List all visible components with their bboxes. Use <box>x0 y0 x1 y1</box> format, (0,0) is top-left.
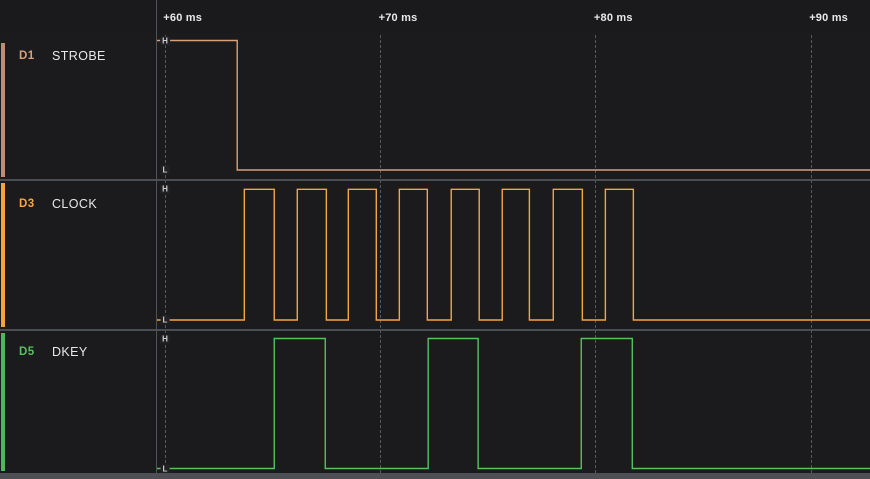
channel-id: D1 <box>19 50 35 62</box>
channel-id: D5 <box>19 346 35 358</box>
panel-divider[interactable] <box>156 0 157 473</box>
waveform-trace <box>157 188 870 321</box>
high-level-marker: H <box>160 334 170 343</box>
high-level-marker: H <box>160 36 170 45</box>
channel-id: D3 <box>19 198 35 210</box>
channel-name: DKEY <box>52 345 88 359</box>
row-separator <box>0 329 870 331</box>
low-level-marker: L <box>160 315 170 325</box>
high-level-marker: H <box>160 184 170 194</box>
channel-row-clock: D3 CLOCK H L <box>0 181 870 329</box>
channel-row-dkey: D5 DKEY H L <box>0 331 870 473</box>
waveform-area-dkey[interactable]: H L <box>157 331 870 473</box>
channel-row-strobe: D1 STROBE H L <box>0 33 870 179</box>
waveform-trace <box>157 39 870 171</box>
time-tick-label: +80 ms <box>593 12 633 24</box>
waveform-area-clock[interactable]: H L <box>157 181 870 329</box>
time-tick-label: +60 ms <box>163 12 203 24</box>
channel-name: CLOCK <box>52 197 98 211</box>
channel-color-bar <box>1 43 5 177</box>
low-level-marker: L <box>160 464 170 473</box>
channel-label-panel-clock[interactable]: D3 CLOCK <box>0 181 157 329</box>
channel-name: STROBE <box>52 49 106 63</box>
logic-analyzer-window: +60 ms +70 ms +80 ms +90 ms D1 STROBE H L D… <box>0 0 870 479</box>
time-tick-label: +90 ms <box>809 12 849 24</box>
channel-label-panel-strobe[interactable]: D1 STROBE <box>0 33 157 179</box>
horizontal-scrollbar-track[interactable] <box>0 473 870 479</box>
channel-label-panel-dkey[interactable]: D5 DKEY <box>0 331 157 473</box>
waveform-area-strobe[interactable]: H L <box>157 33 870 179</box>
channel-color-bar <box>1 333 5 471</box>
waveform-trace <box>157 337 870 470</box>
time-tick-label: +70 ms <box>378 12 418 24</box>
time-axis[interactable]: +60 ms +70 ms +80 ms +90 ms <box>0 0 870 33</box>
channel-color-bar <box>1 183 5 327</box>
row-separator <box>0 179 870 181</box>
low-level-marker: L <box>160 165 170 175</box>
